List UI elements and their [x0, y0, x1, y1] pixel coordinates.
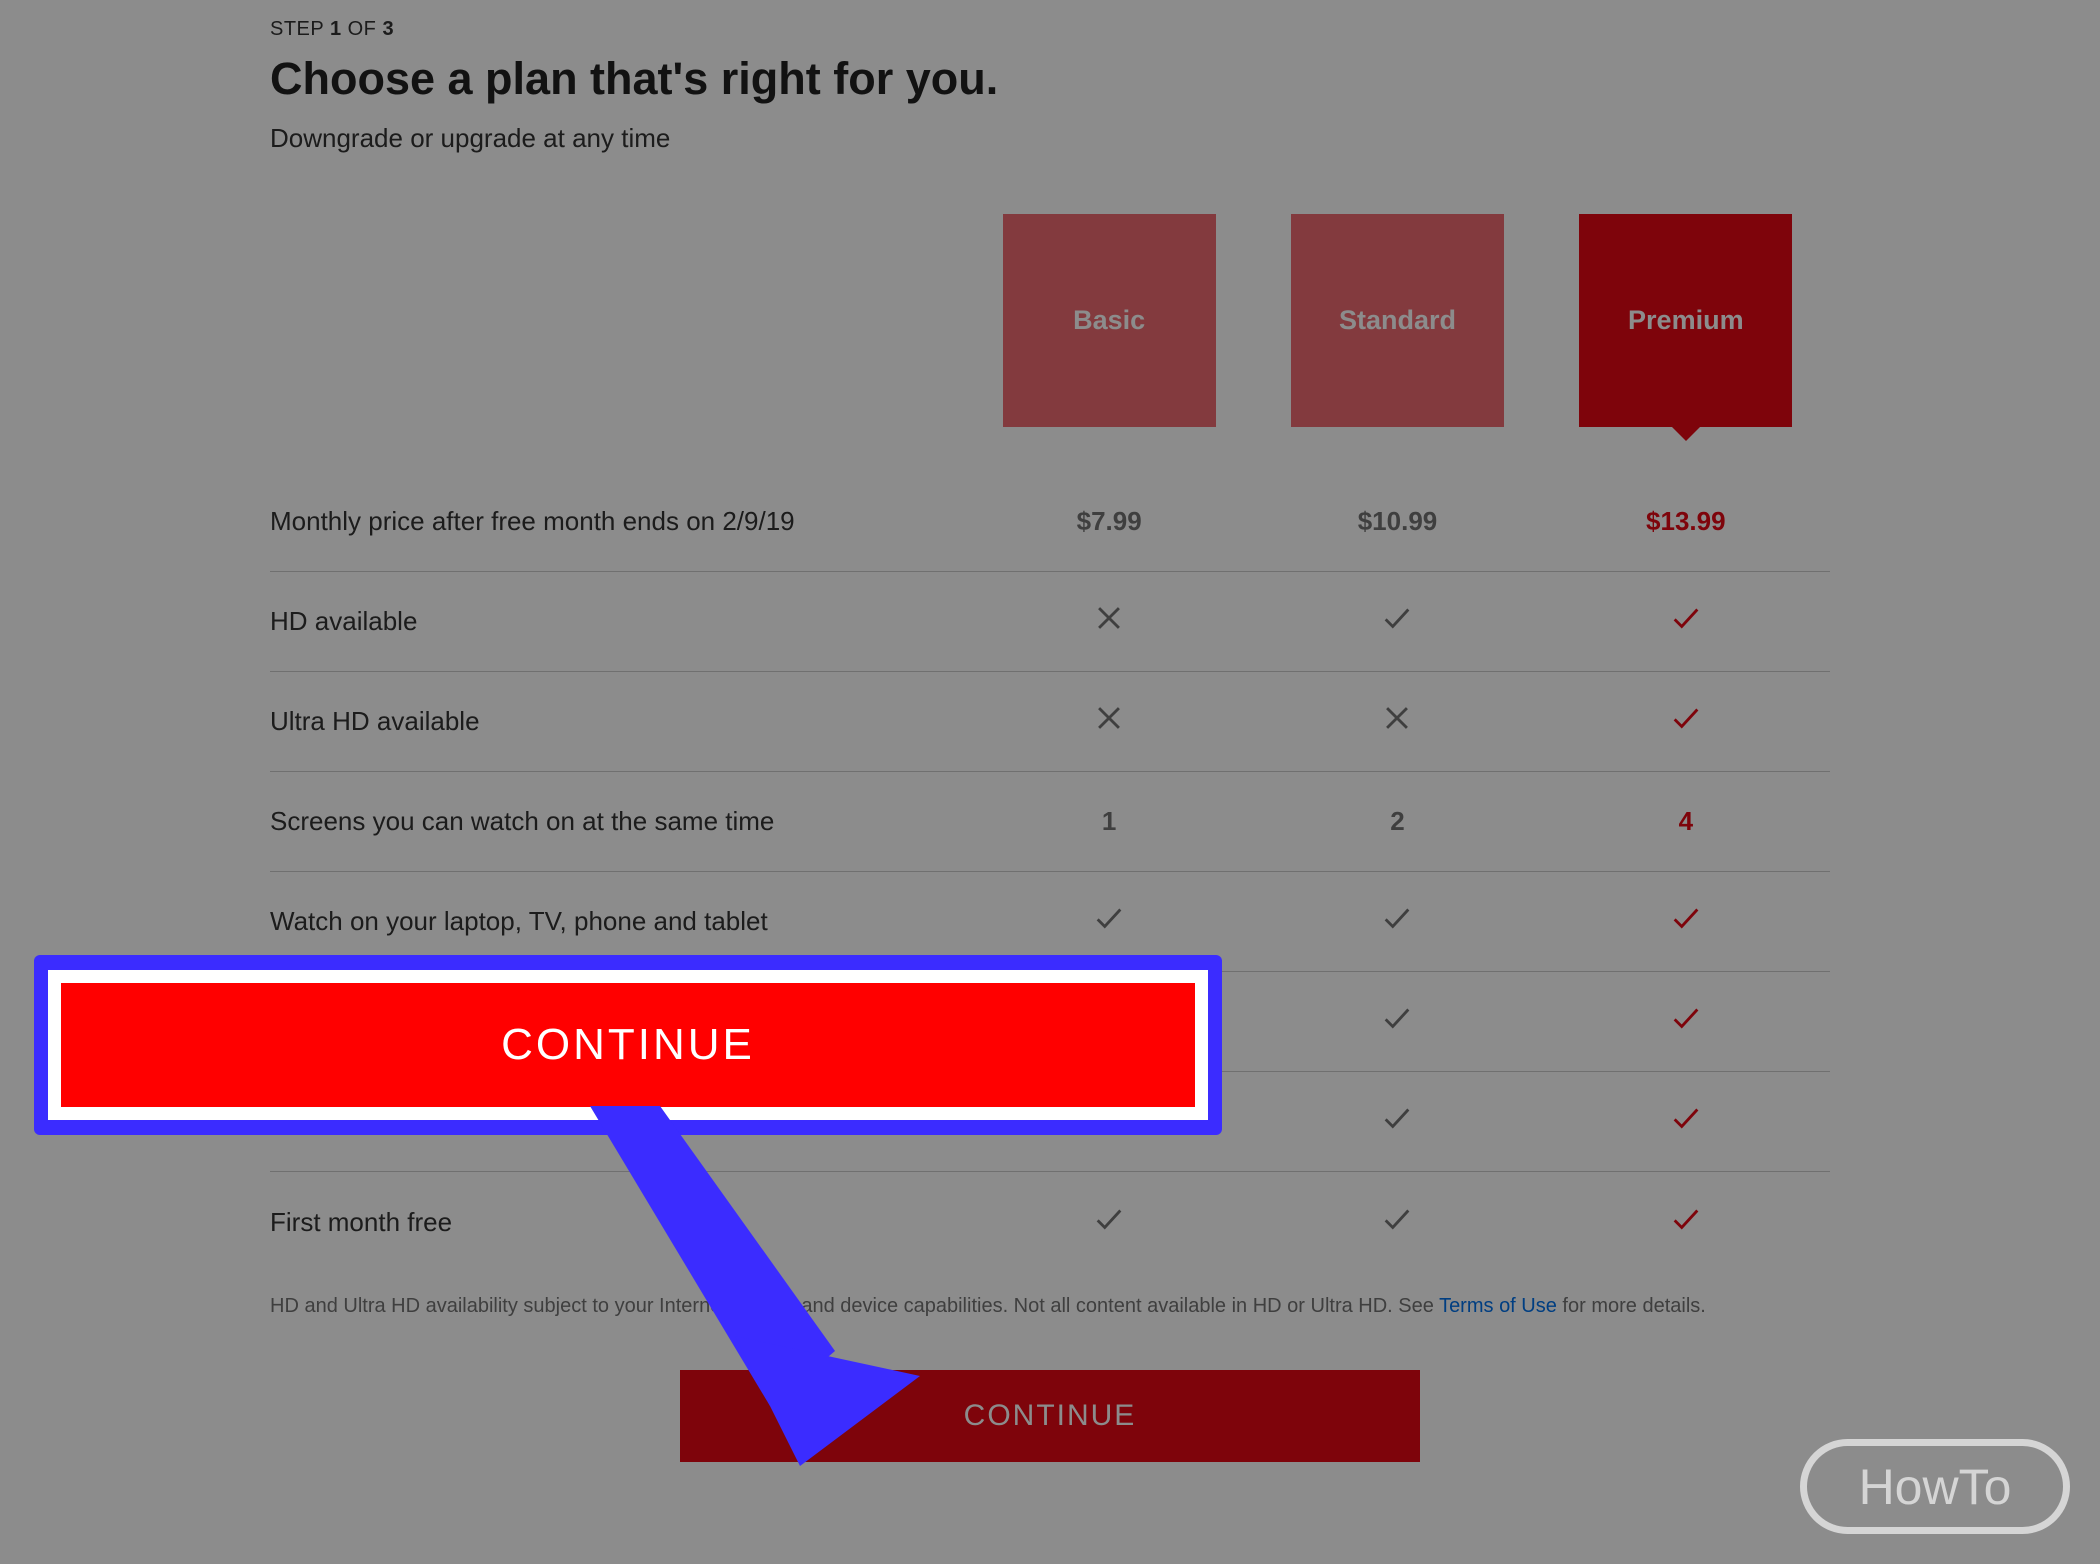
- check-icon: [1669, 901, 1703, 942]
- table-row-screens: Screens you can watch on at the same tim…: [270, 772, 1830, 872]
- plan-header-row: Basic Standard Premium: [270, 214, 1830, 427]
- screens-basic: 1: [965, 806, 1253, 837]
- check-icon: [1380, 901, 1414, 942]
- uhd-standard: [1253, 701, 1541, 742]
- row-label: Ultra HD available: [270, 706, 965, 737]
- check-icon: [1092, 1202, 1126, 1243]
- devices-premium: [1542, 901, 1830, 942]
- annotation-continue-button[interactable]: CONTINUE: [61, 983, 1195, 1107]
- cross-icon: [1092, 701, 1126, 742]
- row-label: HD available: [270, 606, 965, 637]
- check-icon: [1380, 1001, 1414, 1042]
- row-label: Monthly price after free month ends on 2…: [270, 506, 965, 537]
- row-label: First month free: [270, 1207, 965, 1238]
- plan-comparison-table: Monthly price after free month ends on 2…: [270, 472, 1830, 1272]
- price-standard: $10.99: [1253, 506, 1541, 537]
- row-label: Watch on your laptop, TV, phone and tabl…: [270, 906, 965, 937]
- uhd-basic: [965, 701, 1253, 742]
- annotation-highlight: CONTINUE: [34, 955, 1222, 1135]
- hd-premium: [1542, 601, 1830, 642]
- terms-of-use-link[interactable]: Terms of Use: [1439, 1295, 1557, 1317]
- check-icon: [1669, 1202, 1703, 1243]
- check-icon: [1380, 1202, 1414, 1243]
- check-icon: [1380, 1101, 1414, 1142]
- table-row-first-month: First month free: [270, 1172, 1830, 1272]
- screens-standard: 2: [1253, 806, 1541, 837]
- first-month-standard: [1253, 1202, 1541, 1243]
- first-month-premium: [1542, 1202, 1830, 1243]
- plan-option-premium[interactable]: Premium: [1579, 214, 1792, 427]
- hd-basic: [965, 601, 1253, 642]
- cross-icon: [1380, 701, 1414, 742]
- plan-option-standard[interactable]: Standard: [1291, 214, 1504, 427]
- price-premium: $13.99: [1542, 506, 1830, 537]
- check-icon: [1669, 601, 1703, 642]
- check-icon: [1092, 901, 1126, 942]
- disclaimer-text: HD and Ultra HD availability subject to …: [270, 1292, 1830, 1320]
- price-basic: $7.99: [965, 506, 1253, 537]
- check-icon: [1669, 1001, 1703, 1042]
- first-month-basic: [965, 1202, 1253, 1243]
- cross-icon: [1092, 601, 1126, 642]
- plan-option-basic[interactable]: Basic: [1003, 214, 1216, 427]
- devices-standard: [1253, 901, 1541, 942]
- check-icon: [1380, 601, 1414, 642]
- check-icon: [1669, 701, 1703, 742]
- table-row-price: Monthly price after free month ends on 2…: [270, 472, 1830, 572]
- check-icon: [1669, 1101, 1703, 1142]
- page-subtitle: Downgrade or upgrade at any time: [270, 123, 1830, 154]
- page-title: Choose a plan that's right for you.: [270, 53, 1830, 105]
- table-row-hd: HD available: [270, 572, 1830, 672]
- row-label: Screens you can watch on at the same tim…: [270, 806, 965, 837]
- uhd-premium: [1542, 701, 1830, 742]
- table-row-uhd: Ultra HD available: [270, 672, 1830, 772]
- devices-basic: [965, 901, 1253, 942]
- continue-button[interactable]: CONTINUE: [680, 1370, 1420, 1462]
- step-indicator: STEP 1 OF 3: [270, 18, 1830, 41]
- screens-premium: 4: [1542, 806, 1830, 837]
- hd-standard: [1253, 601, 1541, 642]
